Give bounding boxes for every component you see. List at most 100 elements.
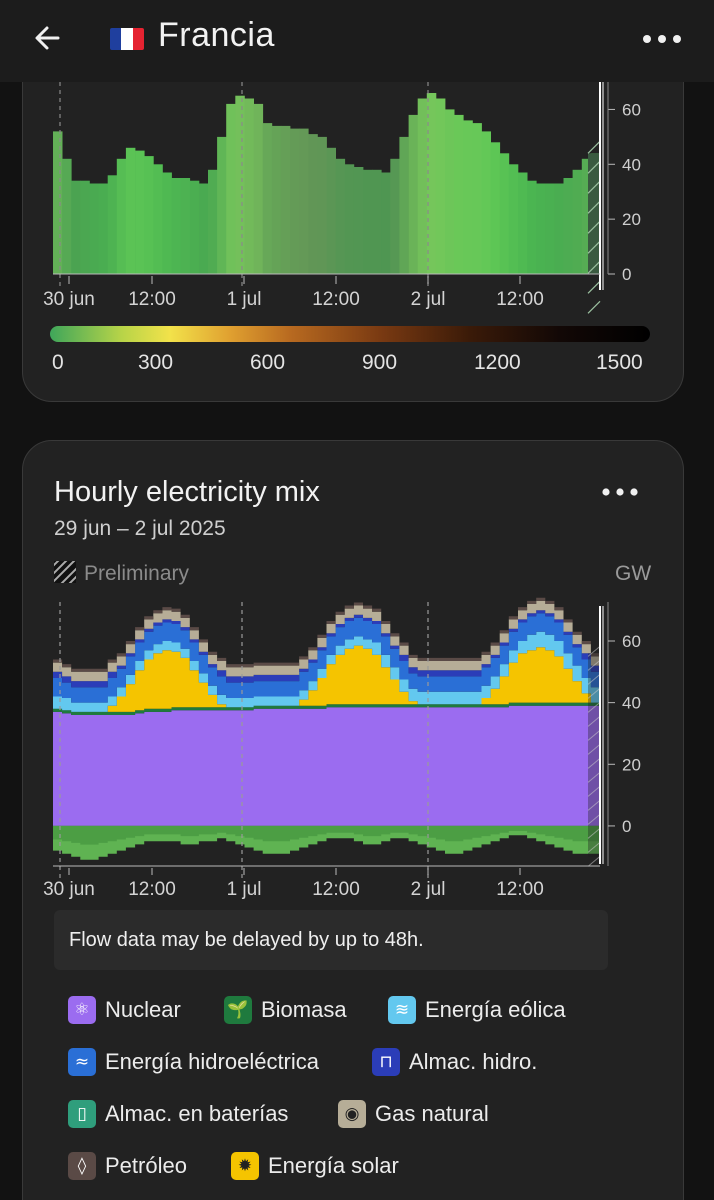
x-tick-label: 2 jul	[411, 879, 446, 900]
x-tick-label: 12:00	[128, 879, 176, 900]
x-tick-label: 1 jul	[227, 879, 262, 900]
battery-storage-icon: ⊓	[372, 1048, 400, 1076]
colorbar-label: 600	[250, 351, 286, 374]
carbon-bar	[499, 153, 510, 274]
flow-delay-notice: Flow data may be delayed by up to 48h.	[54, 910, 608, 970]
legend-label: Gas natural	[375, 1101, 489, 1126]
carbon-bar	[89, 183, 99, 274]
card-date-range: 29 jun – 2 jul 2025	[54, 517, 226, 540]
carbon-bar	[536, 183, 546, 274]
colorbar-label: 1500	[596, 351, 643, 374]
carbon-bar	[271, 125, 282, 275]
carbon-bar	[326, 147, 336, 274]
legend-label: Petróleo	[105, 1153, 187, 1178]
carbon-bar	[171, 178, 181, 274]
legend-item[interactable]: ◊ Petróleo	[68, 1150, 187, 1182]
card-title: Hourly electricity mix	[54, 476, 320, 508]
sun-icon: ✹	[231, 1152, 259, 1180]
legend-item[interactable]: ◉ Gas natural	[338, 1098, 489, 1130]
carbon-bar	[390, 158, 400, 274]
legend-item[interactable]: ⚛ Nuclear	[68, 994, 181, 1026]
carbon-bar	[372, 169, 382, 274]
notice-text: Flow data may be delayed by up to 48h.	[69, 929, 424, 951]
legend-item[interactable]: ✹ Energía solar	[231, 1150, 399, 1182]
x-tick-label: 12:00	[128, 289, 176, 310]
waves-icon: ≈	[68, 1048, 96, 1076]
x-tick-label: 2 jul	[411, 289, 446, 310]
carbon-bar	[280, 125, 291, 275]
carbon-bar	[217, 136, 227, 274]
carbon-bar	[381, 172, 391, 274]
preliminary-region	[588, 653, 600, 857]
carbon-bar	[98, 183, 109, 274]
carbon-bar	[208, 169, 218, 274]
legend-label: Biomasa	[261, 997, 347, 1022]
hatch-line	[587, 300, 601, 314]
carbon-colorbar	[50, 326, 650, 342]
carbon-bar	[353, 167, 364, 274]
carbon-bar	[344, 164, 355, 274]
carbon-bar	[71, 180, 81, 274]
carbon-bar	[426, 93, 437, 274]
legend-item[interactable]: ≋ Energía eólica	[388, 994, 566, 1026]
x-tick-label: 12:00	[496, 879, 544, 900]
france-flag-icon	[110, 28, 144, 50]
carbon-bar	[144, 156, 154, 274]
legend-label: Energía eólica	[425, 997, 566, 1022]
carbon-bar	[116, 158, 127, 274]
carbon-bar	[235, 95, 245, 274]
carbon-bar	[454, 114, 464, 275]
hatch-line	[587, 280, 601, 294]
x-tick-label: 1 jul	[227, 289, 262, 310]
carbon-bar	[107, 175, 118, 274]
carbon-bar	[445, 109, 455, 275]
carbon-bar	[189, 180, 200, 274]
carbon-bar	[435, 98, 446, 274]
carbon-bar	[308, 134, 318, 274]
legend-item[interactable]: ≈ Energía hidroeléctrica	[68, 1046, 319, 1078]
legend-label: Energía solar	[268, 1153, 399, 1178]
x-tick-label: 12:00	[312, 289, 360, 310]
legend-label: Almac. en baterías	[105, 1101, 289, 1126]
legend-item[interactable]: ⊓ Almac. hidro.	[372, 1046, 537, 1078]
legend-label: Almac. hidro.	[409, 1049, 538, 1074]
carbon-bar	[417, 98, 428, 274]
flame-icon: ◉	[338, 1100, 366, 1128]
carbon-bar	[244, 98, 254, 274]
carbon-bar	[153, 164, 163, 274]
y-tick-label: 40	[622, 155, 641, 174]
colorbar-label: 0	[52, 351, 64, 374]
carbon-bar	[508, 164, 519, 274]
carbon-bar	[80, 180, 90, 274]
carbon-bar	[363, 169, 373, 274]
carbon-bar	[253, 103, 264, 275]
x-tick-label: 30 jun	[43, 879, 95, 900]
back-arrow-icon[interactable]	[30, 20, 66, 56]
legend-item[interactable]: 🌱 Biomasa	[224, 994, 347, 1026]
preliminary-label: Preliminary	[84, 562, 190, 585]
electricity-mix-chart[interactable]: 30 jun 12:00 1 jul 12:00 2 jul 12:00 0 20 40 60	[0, 596, 714, 906]
x-tick-label: 12:00	[312, 879, 360, 900]
carbon-bar	[481, 131, 491, 274]
more-options-icon[interactable]	[640, 30, 684, 48]
legend-label: Nuclear	[105, 997, 181, 1022]
carbon-bar	[62, 158, 72, 274]
hatch-line	[587, 140, 601, 154]
colorbar-label: 900	[362, 351, 398, 374]
colorbar-label: 300	[138, 351, 174, 374]
y-tick-label: 20	[622, 755, 641, 774]
sprout-icon: 🌱	[224, 996, 252, 1024]
y-tick-label: 40	[622, 694, 641, 713]
carbon-bar	[135, 150, 145, 274]
carbon-bar	[317, 136, 327, 274]
carbon-bar	[563, 178, 573, 274]
legend-item[interactable]: ▯ Almac. en baterías	[68, 1098, 288, 1130]
y-tick-label: 0	[622, 817, 631, 836]
y-tick-label: 0	[622, 265, 631, 284]
card-more-options-icon[interactable]	[600, 484, 640, 500]
atom-icon: ⚛	[68, 996, 96, 1024]
carbon-bar	[527, 180, 537, 274]
y-tick-label: 60	[622, 632, 641, 651]
carbon-bar	[408, 114, 419, 275]
y-tick-label: 60	[622, 100, 641, 119]
